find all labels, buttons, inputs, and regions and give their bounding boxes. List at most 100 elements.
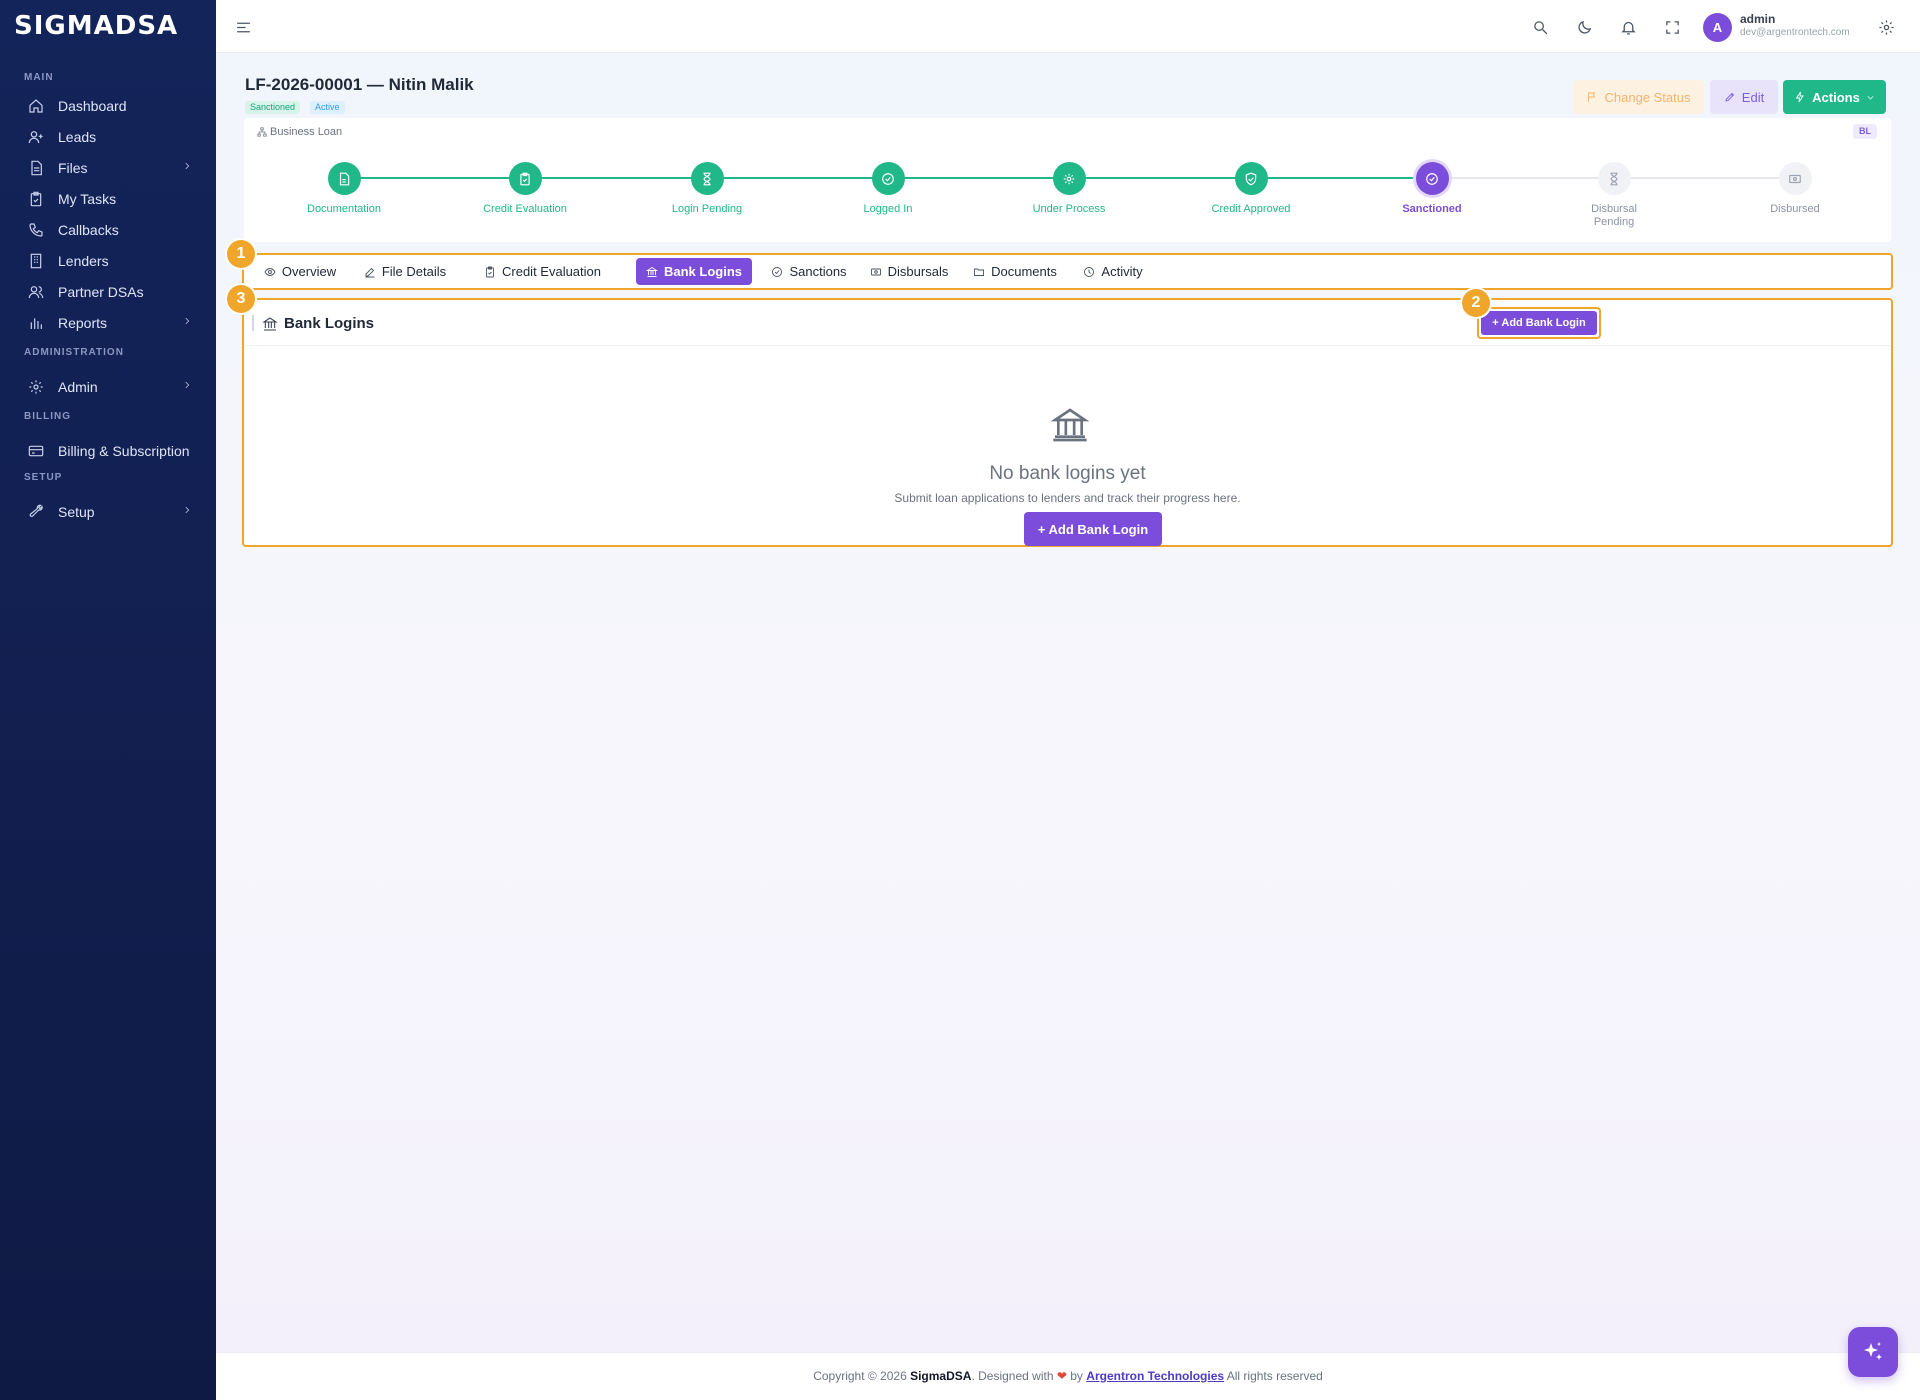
fullscreen-icon xyxy=(1665,20,1679,34)
ai-assistant-button[interactable] xyxy=(1848,1327,1898,1377)
sidebar-item-label: Callbacks xyxy=(58,221,119,238)
edit-button[interactable]: Edit xyxy=(1710,80,1778,114)
chevron-right-icon xyxy=(185,317,190,325)
tabs-bar: Overview File Details Credit Evaluation … xyxy=(242,253,1893,290)
stage-circle xyxy=(1778,162,1812,195)
footer-company-link[interactable]: Argentron Technologies xyxy=(1086,1369,1224,1383)
footer-brand: SigmaDSA xyxy=(910,1369,972,1383)
tab-label: Activity xyxy=(1101,264,1143,279)
stage-disbursal-pending[interactable]: Disbursal Pending xyxy=(1549,162,1679,229)
user-name[interactable]: admin xyxy=(1740,12,1775,26)
bar-chart-icon xyxy=(30,317,42,329)
avatar[interactable]: A xyxy=(1703,13,1732,42)
sidebar-item-leads[interactable]: Leads xyxy=(0,121,216,152)
topbar: A admin dev@argentrontech.com xyxy=(216,0,1920,53)
stage-circle xyxy=(1234,162,1268,195)
nav-section-main: MAIN xyxy=(24,72,54,83)
panel-header-accent xyxy=(252,315,254,331)
stage-label: Credit Evaluation xyxy=(483,203,567,215)
sidebar-item-lenders[interactable]: Lenders xyxy=(0,245,216,276)
clock-icon xyxy=(1084,266,1095,277)
user-plus-icon xyxy=(28,130,43,143)
sidebar-item-my-tasks[interactable]: My Tasks xyxy=(0,183,216,214)
tab-activity[interactable]: Activity xyxy=(1077,258,1149,285)
sidebar-item-partner-dsas[interactable]: Partner DSAs xyxy=(0,276,216,307)
stage-label: Disbursed xyxy=(1770,203,1820,215)
bank-icon xyxy=(262,316,278,331)
tab-label: Disbursals xyxy=(887,264,949,279)
chevron-right-icon xyxy=(185,506,190,514)
tab-overview[interactable]: Overview xyxy=(258,258,342,285)
search-button[interactable] xyxy=(1530,17,1550,37)
edit-label: Edit xyxy=(1741,89,1765,105)
actions-dropdown-button[interactable]: Actions xyxy=(1783,80,1886,114)
tab-documents[interactable]: Documents xyxy=(969,258,1061,285)
tab-bank-logins[interactable]: Bank Logins xyxy=(636,258,752,285)
sidebar-item-callbacks[interactable]: Callbacks xyxy=(0,214,216,245)
tab-file-details[interactable]: File Details xyxy=(362,258,448,285)
hierarchy-icon xyxy=(257,127,267,137)
wrench-icon xyxy=(29,504,43,517)
stage-credit-evaluation[interactable]: Credit Evaluation xyxy=(460,162,590,216)
nav-section-billing: BILLING xyxy=(24,411,71,422)
sparkles-icon xyxy=(1864,1342,1882,1360)
menu-toggle-button[interactable] xyxy=(233,17,253,37)
clipboard-check-icon xyxy=(520,172,530,185)
annotation-marker-2: 2 xyxy=(1462,289,1490,317)
tab-disbursals[interactable]: Disbursals xyxy=(866,258,952,285)
stage-under-process[interactable]: Under Process xyxy=(1004,162,1134,216)
brand-logo-text: SIGMADSA xyxy=(14,11,179,41)
stage-circle xyxy=(327,162,361,195)
chevron-right-icon xyxy=(185,162,190,170)
stage-login-pending[interactable]: Login Pending xyxy=(642,162,772,216)
pencil-icon xyxy=(1725,92,1734,102)
sidebar-item-label: Lenders xyxy=(58,252,109,269)
bell-icon xyxy=(1620,21,1636,35)
sidebar-item-label: Leads xyxy=(58,128,97,145)
empty-state-add-bank-login-button[interactable]: + Add Bank Login xyxy=(1024,512,1162,546)
stage-disbursed[interactable]: Disbursed xyxy=(1730,162,1860,216)
sidebar-item-label: My Tasks xyxy=(58,190,117,207)
footer-rights: All rights reserved xyxy=(1226,1369,1323,1383)
sidebar-item-billing[interactable]: Billing & Subscription xyxy=(0,435,216,466)
file-icon xyxy=(31,160,42,175)
tab-sanctions[interactable]: Sanctions xyxy=(768,258,850,285)
add-bank-login-button[interactable]: + Add Bank Login xyxy=(1481,311,1597,335)
nav-section-setup: SETUP xyxy=(24,472,63,483)
clipboard-check-icon xyxy=(30,191,42,206)
fullscreen-button[interactable] xyxy=(1662,17,1682,37)
folder-icon xyxy=(974,268,985,276)
gear-icon xyxy=(1878,19,1894,35)
sidebar-item-reports[interactable]: Reports xyxy=(0,307,216,338)
users-icon xyxy=(28,285,44,298)
sidebar-item-dashboard[interactable]: Dashboard xyxy=(0,90,216,121)
stage-stepper: Business Loan BL Documentation Credit Ev… xyxy=(244,118,1891,242)
empty-state-icon xyxy=(1050,405,1090,445)
panel-title-text: Bank Logins xyxy=(284,315,375,332)
stage-circle xyxy=(1052,162,1086,195)
stage-documentation[interactable]: Documentation xyxy=(279,162,409,216)
footer-designed: . Designed with xyxy=(971,1369,1054,1383)
footer: Copyright © 2026 SigmaDSA. Designed with… xyxy=(216,1352,1920,1400)
stage-logged-in[interactable]: Logged In xyxy=(823,162,953,216)
tab-label: Bank Logins xyxy=(663,264,742,279)
bolt-icon xyxy=(1795,91,1804,103)
stage-sanctioned[interactable]: Sanctioned xyxy=(1367,162,1497,216)
user-email: dev@argentrontech.com xyxy=(1740,27,1850,38)
sidebar-item-setup[interactable]: Setup xyxy=(0,496,216,527)
theme-toggle-button[interactable] xyxy=(1574,17,1594,37)
stage-credit-approved[interactable]: Credit Approved xyxy=(1186,162,1316,216)
brand-logo[interactable]: SIGMADSA xyxy=(0,0,216,52)
footer-copyright: Copyright © 2026 xyxy=(813,1369,907,1383)
change-status-button[interactable]: Change Status xyxy=(1573,80,1704,114)
loan-type: Business Loan xyxy=(257,126,342,138)
tab-credit-evaluation[interactable]: Credit Evaluation xyxy=(465,258,620,285)
sidebar-item-label: Billing & Subscription xyxy=(58,442,190,459)
search-icon xyxy=(1533,20,1547,34)
panel-title: Bank Logins xyxy=(262,315,374,332)
settings-button[interactable] xyxy=(1876,17,1896,37)
sidebar-item-files[interactable]: Files xyxy=(0,152,216,183)
sidebar-item-admin[interactable]: Admin xyxy=(0,371,216,402)
moon-icon xyxy=(1577,20,1591,34)
notifications-button[interactable] xyxy=(1618,17,1638,37)
